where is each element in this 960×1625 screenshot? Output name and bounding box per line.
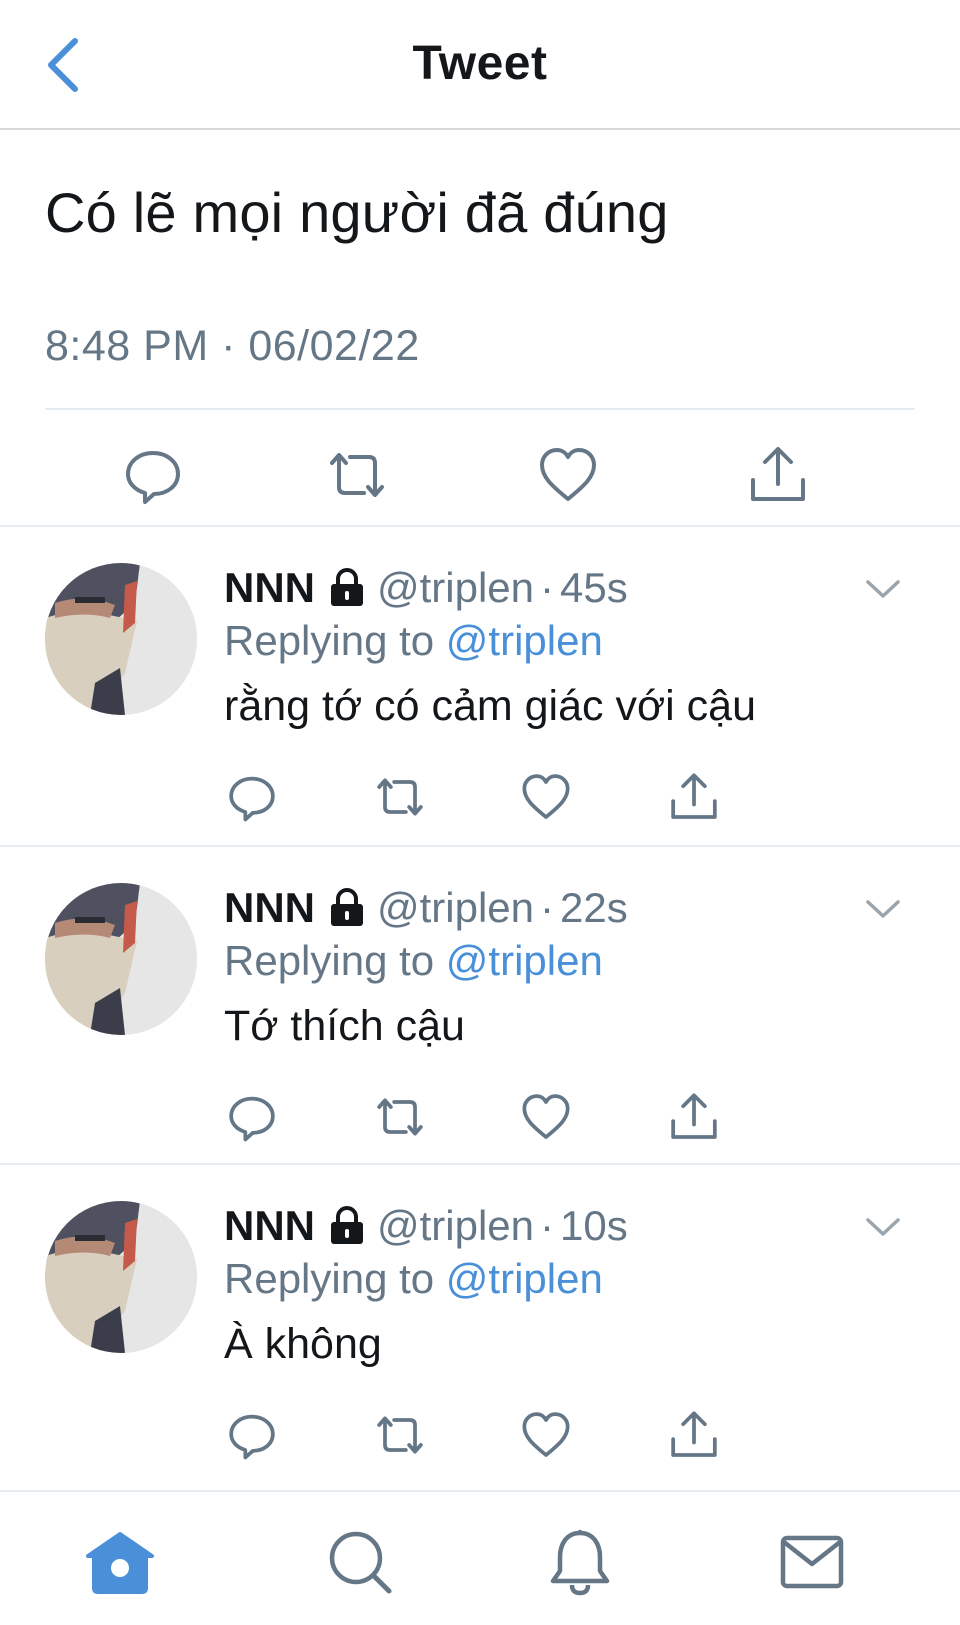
replying-prefix: Replying to bbox=[224, 617, 435, 664]
reply-header: NNN @triplen · 45s bbox=[224, 559, 628, 617]
mention-link[interactable]: @triplen bbox=[446, 1255, 603, 1302]
avatar[interactable] bbox=[45, 1201, 197, 1353]
retweet-icon bbox=[377, 1416, 423, 1454]
share-icon bbox=[671, 773, 717, 819]
reply-button[interactable] bbox=[222, 767, 282, 827]
retweet-icon bbox=[377, 1098, 423, 1136]
retweet-button[interactable] bbox=[322, 440, 392, 510]
lock-icon bbox=[329, 1206, 365, 1246]
user-name[interactable]: NNN bbox=[224, 884, 315, 932]
replying-prefix: Replying to bbox=[224, 937, 435, 984]
like-icon bbox=[540, 448, 596, 501]
more-options-button[interactable] bbox=[861, 569, 905, 609]
home-icon bbox=[86, 1532, 154, 1594]
replying-to: Replying to @triplen bbox=[224, 617, 603, 665]
separator: · bbox=[540, 564, 555, 611]
search-icon bbox=[329, 1531, 392, 1594]
reply-text: Tớ thích cậu bbox=[224, 1002, 465, 1050]
tab-messages[interactable] bbox=[772, 1522, 852, 1602]
mention-link[interactable]: @triplen bbox=[446, 617, 603, 664]
reply-actions bbox=[0, 1405, 960, 1465]
like-button[interactable] bbox=[516, 1087, 576, 1147]
reply-time: 22s bbox=[560, 884, 628, 931]
separator: · bbox=[540, 884, 555, 931]
share-button[interactable] bbox=[664, 1087, 724, 1147]
more-options-button[interactable] bbox=[861, 889, 905, 929]
retweet-icon bbox=[330, 453, 384, 497]
like-button[interactable] bbox=[516, 1405, 576, 1465]
share-button[interactable] bbox=[743, 440, 813, 510]
user-handle[interactable]: @triplen bbox=[377, 884, 534, 932]
replying-to: Replying to @triplen bbox=[224, 1255, 603, 1303]
bottom-tab-bar bbox=[0, 1490, 960, 1625]
reply-text: rằng tớ có cảm giác với cậu bbox=[224, 682, 756, 730]
reply-header: NNN @triplen · 22s bbox=[224, 879, 628, 937]
like-icon bbox=[522, 1094, 570, 1139]
reply-time: 45s bbox=[560, 564, 628, 611]
chevron-down-icon bbox=[866, 580, 900, 598]
reply-header: NNN @triplen · 10s bbox=[224, 1197, 628, 1255]
reply-tweet[interactable]: NNN @triplen · 22s Replying to @triplen … bbox=[0, 847, 960, 1165]
replying-prefix: Replying to bbox=[224, 1255, 435, 1302]
reply-tweet[interactable]: NNN @triplen · 45s Replying to @triplen … bbox=[0, 527, 960, 845]
tab-home[interactable] bbox=[80, 1522, 160, 1602]
chevron-down-icon bbox=[866, 900, 900, 918]
avatar-image bbox=[45, 883, 197, 1035]
share-icon bbox=[751, 447, 805, 501]
lock-icon bbox=[329, 888, 365, 928]
retweet-button[interactable] bbox=[370, 1087, 430, 1147]
share-button[interactable] bbox=[664, 1405, 724, 1465]
like-button[interactable] bbox=[516, 767, 576, 827]
retweet-button[interactable] bbox=[370, 1405, 430, 1465]
main-tweet-actions bbox=[0, 440, 960, 510]
reply-icon bbox=[229, 1096, 275, 1142]
messages-icon bbox=[780, 1535, 844, 1589]
reply-icon bbox=[126, 451, 180, 504]
reply-tweet[interactable]: NNN @triplen · 10s Replying to @triplen … bbox=[0, 1165, 960, 1483]
reply-actions bbox=[0, 1087, 960, 1147]
reply-time: 10s bbox=[560, 1202, 628, 1249]
avatar-image bbox=[45, 563, 197, 715]
user-handle[interactable]: @triplen bbox=[377, 1202, 534, 1250]
page-title: Tweet bbox=[412, 37, 548, 90]
main-tweet-timestamp: 8:48 PM · 06/02/22 bbox=[45, 322, 420, 370]
retweet-icon bbox=[377, 778, 423, 816]
avatar-image bbox=[45, 1201, 197, 1353]
divider bbox=[45, 408, 915, 410]
reply-text: À không bbox=[224, 1320, 382, 1368]
reply-icon bbox=[229, 1414, 275, 1460]
like-icon bbox=[522, 1412, 570, 1457]
like-button[interactable] bbox=[533, 440, 603, 510]
user-handle[interactable]: @triplen bbox=[377, 564, 534, 612]
reply-button[interactable] bbox=[222, 1405, 282, 1465]
main-tweet-text: Có lẽ mọi người đã đúng bbox=[45, 181, 669, 244]
share-icon bbox=[671, 1411, 717, 1457]
header: Tweet bbox=[0, 0, 960, 130]
reply-button[interactable] bbox=[118, 440, 188, 510]
like-icon bbox=[522, 774, 570, 819]
more-options-button[interactable] bbox=[861, 1207, 905, 1247]
avatar[interactable] bbox=[45, 563, 197, 715]
reply-icon bbox=[229, 776, 275, 822]
user-name[interactable]: NNN bbox=[224, 564, 315, 612]
share-icon bbox=[671, 1093, 717, 1139]
reply-button[interactable] bbox=[222, 1087, 282, 1147]
avatar[interactable] bbox=[45, 883, 197, 1035]
mention-link[interactable]: @triplen bbox=[446, 937, 603, 984]
notifications-icon bbox=[550, 1529, 610, 1596]
tab-notifications[interactable] bbox=[540, 1522, 620, 1602]
replying-to: Replying to @triplen bbox=[224, 937, 603, 985]
lock-icon bbox=[329, 568, 365, 608]
share-button[interactable] bbox=[664, 767, 724, 827]
reply-actions bbox=[0, 767, 960, 827]
separator: · bbox=[540, 1202, 555, 1249]
retweet-button[interactable] bbox=[370, 767, 430, 827]
tab-search[interactable] bbox=[320, 1522, 400, 1602]
chevron-down-icon bbox=[866, 1218, 900, 1236]
user-name[interactable]: NNN bbox=[224, 1202, 315, 1250]
